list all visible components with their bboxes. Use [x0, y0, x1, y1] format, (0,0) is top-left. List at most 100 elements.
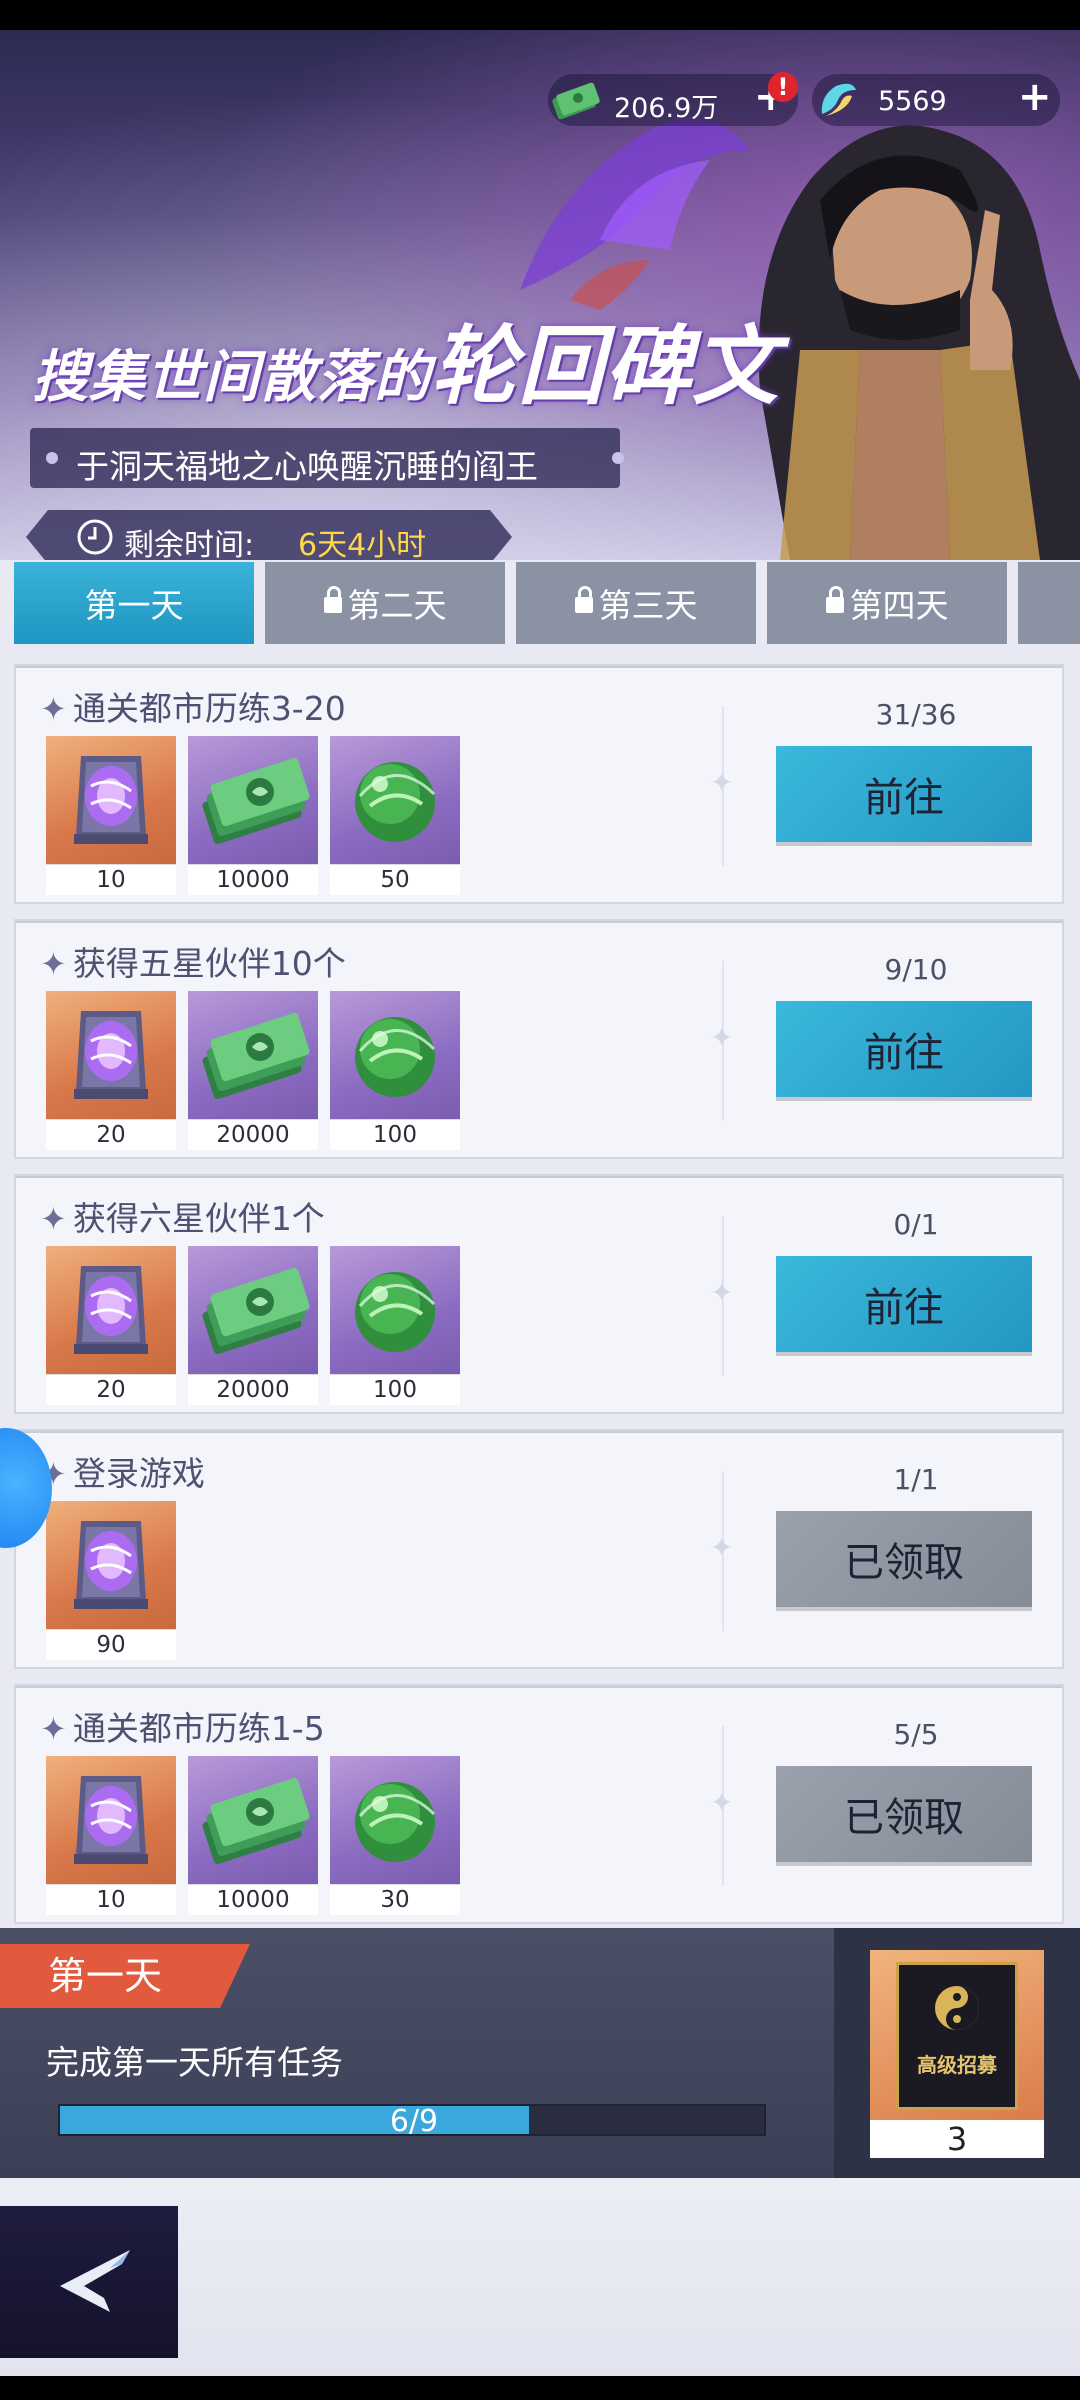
grand-reward-count: 3 [870, 2120, 1044, 2158]
sparkle-icon: ✦ [710, 766, 734, 799]
green-orb-icon [330, 736, 460, 864]
tab-day-3[interactable]: 第三天 [516, 562, 756, 644]
reward-count: 100 [330, 1119, 460, 1150]
banner-title-highlight: 轮回碑文 [431, 317, 779, 417]
task-progress: 0/1 [893, 1208, 939, 1241]
tab-day-2[interactable]: 第二天 [265, 562, 505, 644]
reward-count: 10 [46, 1884, 176, 1915]
grand-reward-item[interactable]: 高级招募 3 [870, 1950, 1044, 2158]
day-tag: 第一天 [0, 1944, 250, 2008]
reward-count: 10 [46, 864, 176, 895]
tab-day-1[interactable]: 第一天 [14, 562, 254, 644]
task-progress: 31/36 [875, 698, 957, 731]
sparkle-icon: ✦ [40, 690, 67, 728]
money-value: 206.9万 [614, 93, 719, 124]
tab-label: 第三天 [598, 586, 698, 625]
reward-item[interactable]: 30 [330, 1756, 460, 1915]
banner-subtitle-bar: 于洞天福地之心唤醒沉睡的阎王 [30, 428, 624, 488]
sparkle-icon: ✦ [40, 945, 67, 983]
reward-item[interactable]: 20 [46, 1246, 176, 1405]
task-title-text: 获得五星伙伴10个 [72, 944, 346, 983]
spirit-gem-icon [821, 83, 856, 116]
task-card: ✦ 通关都市历练3-20 10 10000 50 ✦ 31/36 前往 [14, 664, 1064, 904]
task-title: ✦ 通关都市历练3-20 [40, 682, 346, 730]
task-title-text: 获得六星伙伴1个 [72, 1199, 325, 1238]
task-title: ✦ 获得五星伙伴10个 [40, 937, 346, 985]
tab-day-4[interactable]: 第四天 [767, 562, 1007, 644]
cash-stack-icon [188, 991, 318, 1119]
rune-tablet-icon [46, 1246, 176, 1374]
task-title-text: 登录游戏 [72, 1454, 205, 1493]
cash-stack-icon [188, 1246, 318, 1374]
reward-item[interactable]: 10 [46, 736, 176, 895]
clock-icon [77, 519, 113, 555]
reward-count: 50 [330, 864, 460, 895]
bullet-dot [46, 452, 58, 464]
cash-stack-icon [188, 736, 318, 864]
reward-item[interactable]: 100 [330, 1246, 460, 1405]
task-title-text: 通关都市历练3-20 [72, 689, 346, 728]
banner-title-prefix: 搜集世间散落的 [32, 345, 431, 410]
gem-counter: 5569 + [812, 74, 1060, 126]
reward-item[interactable]: 10000 [188, 736, 318, 895]
reward-item[interactable]: 10 [46, 1756, 176, 1915]
rune-tablet-icon [46, 1501, 176, 1629]
gem-value: 5569 [878, 86, 947, 117]
sparkle-icon: ✦ [710, 1021, 734, 1054]
reward-count: 20 [46, 1374, 176, 1405]
rune-tablet-icon [46, 991, 176, 1119]
money-counter: 206.9万 + ! [548, 72, 798, 126]
go-button[interactable]: 前往 [776, 1256, 1032, 1352]
reward-count: 20000 [188, 1374, 318, 1405]
claimed-button[interactable]: 已领取 [776, 1766, 1032, 1862]
go-button[interactable]: 前往 [776, 746, 1032, 842]
task-card: ✦ 通关都市历练1-5 10 10000 30 ✦ 5/5 已领取 [14, 1684, 1064, 1924]
task-progress: 9/10 [884, 953, 948, 986]
status-bar [0, 0, 1080, 30]
reward-item[interactable]: 90 [46, 1501, 176, 1660]
bullet-dot [612, 452, 624, 464]
sparkle-icon: ✦ [40, 1200, 67, 1238]
reward-count: 10000 [188, 864, 318, 895]
summary-description: 完成第一天所有任务 [46, 2043, 343, 2082]
reward-count: 10000 [188, 1884, 318, 1915]
reward-count: 90 [46, 1629, 176, 1660]
summary-progress-text: 6/9 [389, 2104, 439, 2139]
sparkle-icon: ✦ [40, 1710, 67, 1748]
task-card: ✦ 获得五星伙伴10个 20 20000 100 ✦ 9/10 前往 [14, 919, 1064, 1159]
reward-item[interactable]: 100 [330, 991, 460, 1150]
reward-item[interactable]: 20000 [188, 991, 318, 1150]
green-orb-icon [330, 1246, 460, 1374]
yin-yang-icon [935, 1986, 979, 2030]
lock-icon [574, 586, 593, 613]
back-button[interactable] [0, 2206, 178, 2358]
task-progress: 5/5 [893, 1718, 939, 1751]
tab-day-5-partial[interactable] [1018, 562, 1080, 644]
reward-item[interactable]: 20000 [188, 1246, 318, 1405]
add-gem-button[interactable]: + [1018, 74, 1052, 120]
task-title-text: 通关都市历练1-5 [72, 1709, 325, 1748]
remaining-time-bar: 剩余时间: 6天4小时 [26, 510, 512, 560]
reward-item[interactable]: 10000 [188, 1756, 318, 1915]
go-button[interactable]: 前往 [776, 1001, 1032, 1097]
tab-label: 第二天 [347, 586, 447, 625]
task-card: ✦ 登录游戏 90 ✦ 1/1 已领取 [14, 1429, 1064, 1669]
green-orb-icon [330, 1756, 460, 1884]
reward-item[interactable]: 20 [46, 991, 176, 1150]
claimed-button[interactable]: 已领取 [776, 1511, 1032, 1607]
timer-value: 6天4小时 [298, 528, 427, 560]
green-orb-icon [330, 991, 460, 1119]
cash-stack-icon [188, 1756, 318, 1884]
task-title: ✦ 登录游戏 [40, 1447, 205, 1495]
rune-tablet-icon [46, 1756, 176, 1884]
alert-badge: ! [768, 72, 798, 102]
reward-count: 20000 [188, 1119, 318, 1150]
tab-label: 第四天 [849, 586, 949, 625]
back-arrow-icon [60, 2250, 130, 2312]
task-title: ✦ 通关都市历练1-5 [40, 1702, 325, 1750]
reward-count: 30 [330, 1884, 460, 1915]
recruit-card-label: 高级招募 [917, 2053, 997, 2077]
sparkle-icon: ✦ [710, 1531, 734, 1564]
reward-item[interactable]: 50 [330, 736, 460, 895]
reward-count: 100 [330, 1374, 460, 1405]
